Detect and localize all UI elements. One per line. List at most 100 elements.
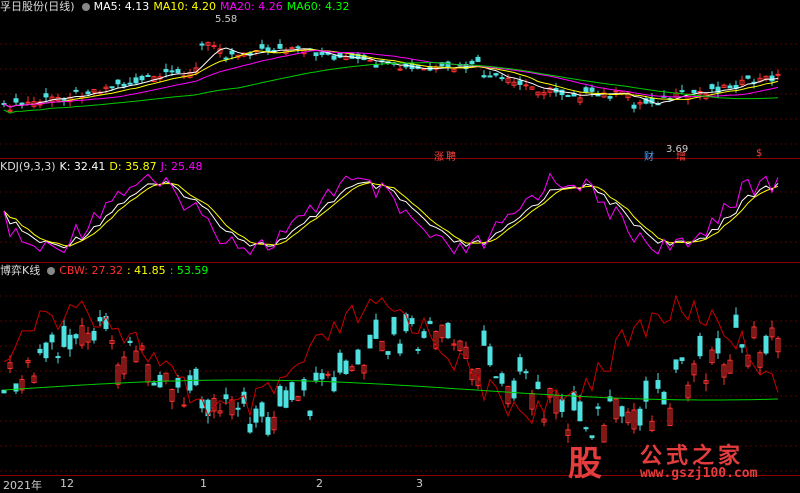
cbw-body: [535, 381, 541, 389]
cbw-body: [715, 338, 721, 354]
cbw-body: [337, 352, 343, 373]
cbw-body: [385, 351, 391, 355]
ma60-label: MA60: 4.32: [286, 0, 350, 13]
candle-body: [133, 77, 139, 84]
cbw-label: CBW: 27.32: [59, 264, 123, 277]
cbw-body: [175, 377, 181, 388]
candle-body: [487, 75, 493, 78]
candle-body: [607, 96, 613, 99]
cbw-body: [331, 377, 337, 392]
candle-body: [517, 80, 523, 85]
cbw-body: [733, 314, 739, 328]
kdj-title[interactable]: KDJ(9,3,3): [0, 160, 56, 173]
cbw-body: [655, 380, 661, 389]
cbw-body: [583, 427, 589, 430]
candle-body: [367, 59, 373, 62]
settings-dot-icon[interactable]: [81, 3, 90, 11]
candle-body: [61, 98, 67, 101]
cbw-body: [487, 346, 493, 366]
cbw-mid-label: : 41.85: [126, 264, 166, 277]
cbw-body: [577, 401, 583, 422]
cbw-body: [763, 335, 769, 354]
candle-body: [223, 57, 229, 60]
cbw-body: [151, 382, 157, 386]
stock-title[interactable]: 孚日股份(日线): [0, 0, 75, 13]
cbw-body: [247, 423, 253, 433]
kdj-j-label: J: 25.48: [160, 160, 203, 173]
candle-body: [595, 94, 601, 97]
candle-body: [523, 84, 529, 87]
cbw-body: [517, 357, 523, 372]
candle-body: [211, 45, 217, 48]
cbw-body: [571, 391, 577, 411]
cbw-body: [223, 394, 229, 400]
cbw-body: [43, 342, 49, 359]
high-price-label: 5.58: [215, 14, 238, 25]
cbw-body: [277, 386, 283, 407]
cbw-body: [643, 380, 649, 402]
cbw-body: [307, 410, 313, 417]
candle-body: [145, 74, 151, 77]
cbw-body: [61, 325, 67, 347]
candle-body: [499, 77, 505, 80]
cbw-body: [445, 322, 451, 339]
cbw-body: [499, 373, 505, 384]
candle-body: [469, 60, 475, 65]
cbw-long-label: : 53.59: [169, 264, 209, 277]
settings-dot-icon[interactable]: [47, 267, 56, 275]
cbw-body: [373, 319, 379, 339]
date-label: 2: [316, 477, 323, 490]
candle-body: [589, 87, 595, 92]
candle-body: [727, 85, 733, 89]
candle-body: [481, 75, 487, 78]
cbw-body: [319, 373, 325, 380]
cbw-body: [343, 360, 349, 375]
candle-body: [109, 86, 115, 89]
date-label: 3: [416, 477, 423, 490]
ma5-label: MA5: 4.13: [93, 0, 150, 13]
candle-body: [139, 75, 145, 81]
event-marker[interactable]: $: [756, 148, 762, 159]
ma5-line: [3, 47, 779, 108]
event-marker[interactable]: 涨: [434, 148, 444, 163]
event-marker[interactable]: 增: [676, 148, 686, 163]
candle-body: [25, 101, 31, 104]
chart-canvas[interactable]: [0, 0, 800, 491]
candle-body: [709, 84, 715, 90]
candle-body: [313, 52, 319, 57]
cbw-body: [235, 407, 241, 410]
date-label: 12: [60, 477, 74, 490]
candle-body: [73, 89, 79, 92]
candle-body: [115, 79, 121, 85]
candle-body: [127, 82, 133, 85]
kdj-panel-header: KDJ(9,3,3) K: 32.41 D: 35.87 J: 25.48: [0, 160, 207, 174]
main-panel-header: 孚日股份(日线) MA5: 4.13 MA10: 4.20 MA20: 4.26 MA6…: [0, 0, 353, 14]
kdj-d-label: D: 35.87: [109, 160, 157, 173]
candle-body: [163, 68, 169, 73]
cbw-body: [493, 376, 499, 379]
candle-body: [745, 75, 751, 79]
event-marker[interactable]: 财: [644, 148, 654, 163]
cbw-body: [409, 318, 415, 325]
candle-body: [775, 73, 781, 76]
cbw-body: [127, 340, 133, 344]
candle-body: [397, 68, 403, 71]
panel-divider: [0, 262, 800, 263]
ma10-label: MA10: 4.20: [153, 0, 217, 13]
cbw-body: [511, 380, 517, 399]
cbw-body: [313, 372, 319, 381]
event-marker[interactable]: 聘: [446, 148, 456, 163]
candle-body: [493, 73, 499, 76]
cbw-body: [673, 359, 679, 370]
logo-glyph: 股: [568, 444, 602, 484]
cbw-body: [253, 408, 259, 423]
candle-body: [175, 69, 181, 74]
cbw-body: [265, 417, 271, 435]
cbw-panel-header: 博弈K线 CBW: 27.32: 41.85: 53.59: [0, 264, 212, 278]
cbw-title[interactable]: 博弈K线: [0, 264, 40, 277]
cbw-body: [181, 404, 187, 407]
candle-body: [289, 47, 295, 50]
cbw-body: [55, 356, 61, 359]
cbw-body: [481, 330, 487, 346]
cbw-body: [1, 389, 7, 394]
